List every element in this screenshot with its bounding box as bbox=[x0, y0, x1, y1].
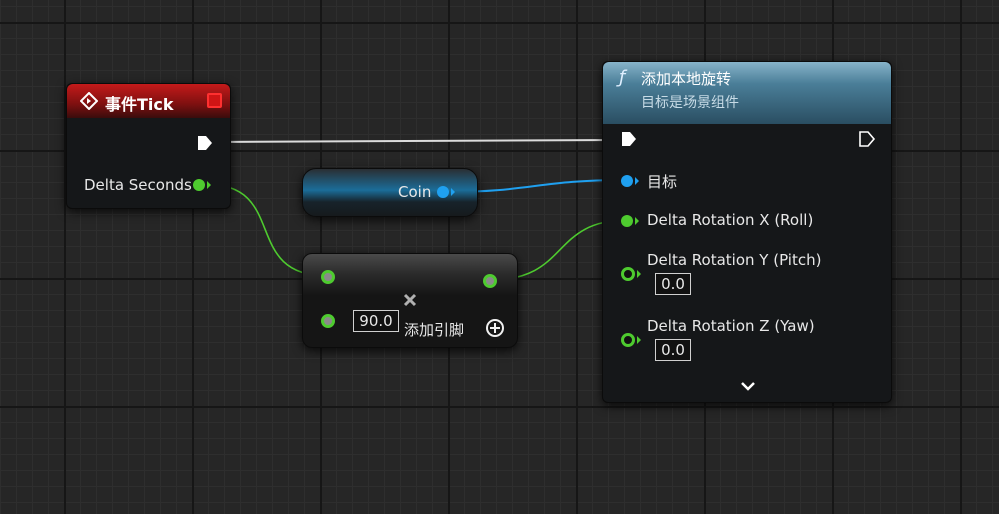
pin-arrow-icon bbox=[637, 336, 641, 344]
pin-arrow-icon bbox=[635, 217, 639, 225]
pin-arrow-icon bbox=[635, 177, 639, 185]
multiply-node[interactable]: 90.0 添加引脚 bbox=[302, 253, 518, 348]
yaw-value-field[interactable]: 0.0 bbox=[655, 339, 691, 361]
target-label: 目标 bbox=[647, 173, 678, 191]
coin-label: Coin bbox=[398, 183, 432, 201]
event-tick-title: 事件Tick bbox=[105, 95, 174, 114]
exec-output-pin[interactable] bbox=[196, 134, 214, 152]
exec-output-pin[interactable] bbox=[858, 130, 876, 148]
function-icon: ƒ bbox=[619, 67, 626, 88]
coin-output-pin[interactable] bbox=[437, 186, 449, 198]
add-pin-icon[interactable] bbox=[485, 318, 505, 338]
function-title: 添加本地旋转 bbox=[641, 70, 732, 88]
pin-arrow-icon bbox=[451, 188, 455, 196]
pin-arrow-icon bbox=[207, 181, 211, 189]
multiply-input-a-pin[interactable] bbox=[321, 270, 335, 284]
multiply-value-field[interactable]: 90.0 bbox=[353, 310, 399, 332]
exec-wire bbox=[211, 139, 621, 143]
pin-arrow-icon bbox=[637, 270, 641, 278]
breakpoint-icon[interactable] bbox=[207, 93, 222, 108]
pitch-value-field[interactable]: 0.0 bbox=[655, 273, 691, 295]
chevron-down-icon[interactable] bbox=[740, 380, 756, 392]
multiply-icon bbox=[403, 293, 417, 307]
multiply-output-pin[interactable] bbox=[483, 274, 497, 288]
coin-variable-node[interactable]: Coin bbox=[302, 168, 478, 217]
yaw-label: Delta Rotation Z (Yaw) bbox=[647, 317, 815, 335]
yaw-input-pin[interactable] bbox=[621, 333, 635, 347]
function-subtitle: 目标是场景组件 bbox=[641, 95, 739, 111]
exec-input-pin[interactable] bbox=[620, 130, 638, 148]
event-diamond-icon bbox=[80, 92, 98, 110]
multiply-input-b-pin[interactable] bbox=[321, 314, 335, 328]
roll-label: Delta Rotation X (Roll) bbox=[647, 211, 814, 229]
pitch-label: Delta Rotation Y (Pitch) bbox=[647, 251, 822, 269]
pitch-input-pin[interactable] bbox=[621, 267, 635, 281]
delta-seconds-label: Delta Seconds bbox=[84, 176, 192, 194]
target-input-pin[interactable] bbox=[621, 175, 633, 187]
event-tick-node[interactable]: 事件Tick Delta Seconds bbox=[66, 83, 231, 209]
delta-seconds-pin[interactable] bbox=[193, 179, 205, 191]
add-pin-label[interactable]: 添加引脚 bbox=[404, 319, 464, 340]
add-local-rotation-node[interactable]: ƒ 添加本地旋转 目标是场景组件 目标 Delta Rotation X (Ro… bbox=[602, 61, 892, 403]
roll-input-pin[interactable] bbox=[621, 215, 633, 227]
